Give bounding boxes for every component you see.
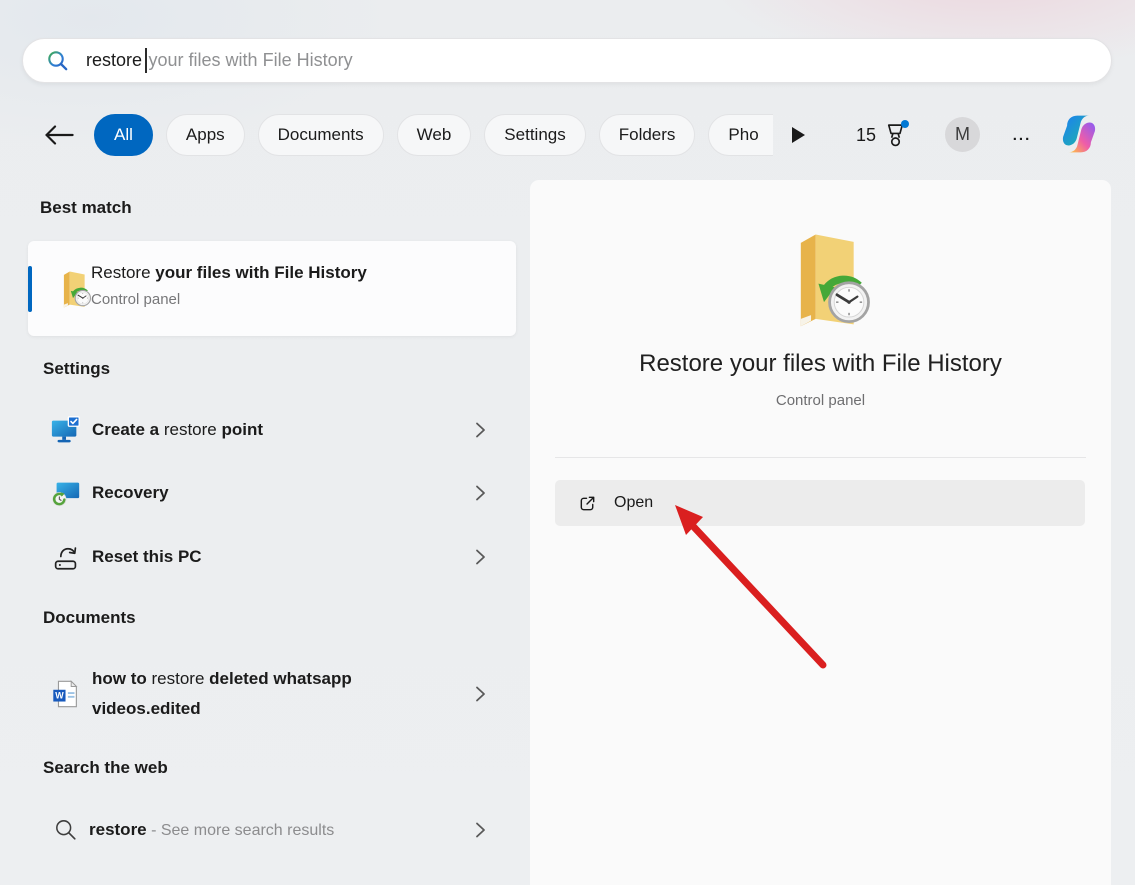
divider [555, 457, 1086, 458]
preview-subtitle: Control panel [530, 392, 1111, 409]
best-match-result[interactable]: Restore your files with File History Con… [28, 241, 516, 336]
tab-label: All [114, 125, 133, 145]
tab-web[interactable]: Web [397, 114, 472, 156]
title-matched-part: Restore [91, 263, 155, 282]
documents-heading: Documents [43, 608, 136, 628]
open-button-label: Open [614, 494, 653, 512]
search-query: restore [86, 50, 142, 71]
chevron-right-icon [475, 485, 486, 502]
search-icon [46, 49, 70, 73]
chevron-right-icon [475, 549, 486, 566]
tab-label: Documents [278, 125, 364, 145]
tab-settings[interactable]: Settings [484, 114, 585, 156]
best-match-title: Restore your files with File History [91, 261, 367, 284]
chevron-right-icon [475, 822, 486, 839]
tab-label: Settings [504, 125, 565, 145]
best-match-text: Restore your files with File History Con… [91, 261, 367, 308]
filter-tabs: All Apps Documents Web Settings Folders … [94, 113, 773, 156]
chevron-right-icon [475, 686, 486, 703]
result-create-restore-point[interactable]: Create a restore point [28, 402, 516, 458]
file-history-icon [53, 269, 93, 309]
tab-label: Web [417, 125, 452, 145]
web-search-icon [53, 817, 79, 843]
tab-label: Folders [619, 125, 676, 145]
text-caret [145, 48, 147, 73]
rewards-notification-dot [901, 120, 909, 128]
scroll-tabs-right-icon[interactable] [788, 125, 808, 145]
rewards-points: 15 [856, 125, 876, 146]
avatar-initial: M [955, 124, 970, 145]
result-document[interactable]: W how to restore deleted whatsapp videos… [28, 652, 516, 736]
external-link-icon [578, 494, 597, 513]
rewards-button[interactable]: 15 [856, 119, 908, 151]
more-options-button[interactable]: ... [1004, 121, 1040, 149]
monitor-check-icon [50, 414, 82, 446]
monitor-recovery-icon [50, 477, 82, 509]
reset-pc-icon [50, 541, 82, 573]
tab-folders[interactable]: Folders [599, 114, 696, 156]
selection-accent-bar [28, 266, 32, 312]
preview-title: Restore your files with File History [530, 350, 1111, 378]
result-recovery[interactable]: Recovery [28, 465, 516, 521]
svg-text:W: W [55, 691, 64, 701]
tab-apps[interactable]: Apps [166, 114, 245, 156]
copilot-icon[interactable] [1057, 112, 1101, 156]
result-web-search[interactable]: restore - See more search results [28, 806, 516, 854]
file-history-large-icon [774, 228, 874, 330]
search-text: restore your files with File History [86, 48, 353, 73]
account-avatar[interactable]: M [945, 117, 980, 152]
tab-photos[interactable]: Pho [708, 114, 773, 156]
title-rest-part: your files with File History [155, 263, 367, 282]
search-the-web-heading: Search the web [43, 758, 168, 778]
ellipsis-icon: ... [1013, 127, 1032, 144]
open-button[interactable]: Open [555, 480, 1085, 526]
result-label: Recovery [92, 483, 169, 503]
result-label: Create a restore point [92, 420, 263, 440]
word-document-icon: W [50, 678, 82, 710]
tab-label: Apps [186, 125, 225, 145]
search-suggestion: your files with File History [149, 50, 353, 71]
search-input[interactable]: restore your files with File History [22, 38, 1112, 83]
best-match-subtitle: Control panel [91, 291, 367, 308]
back-button[interactable] [42, 122, 76, 148]
result-label: how to restore deleted whatsapp videos.e… [92, 664, 422, 724]
chevron-right-icon [475, 422, 486, 439]
settings-heading: Settings [43, 359, 110, 379]
preview-panel: Restore your files with File History Con… [530, 180, 1111, 885]
result-reset-this-pc[interactable]: Reset this PC [28, 529, 516, 585]
result-label: Reset this PC [92, 547, 202, 567]
tab-all[interactable]: All [94, 114, 153, 156]
tab-documents[interactable]: Documents [258, 114, 384, 156]
tab-label: Pho [728, 125, 758, 145]
search-panel: restore your files with File History All… [0, 0, 1135, 885]
best-match-heading: Best match [40, 198, 132, 218]
result-label: restore - See more search results [89, 820, 334, 840]
